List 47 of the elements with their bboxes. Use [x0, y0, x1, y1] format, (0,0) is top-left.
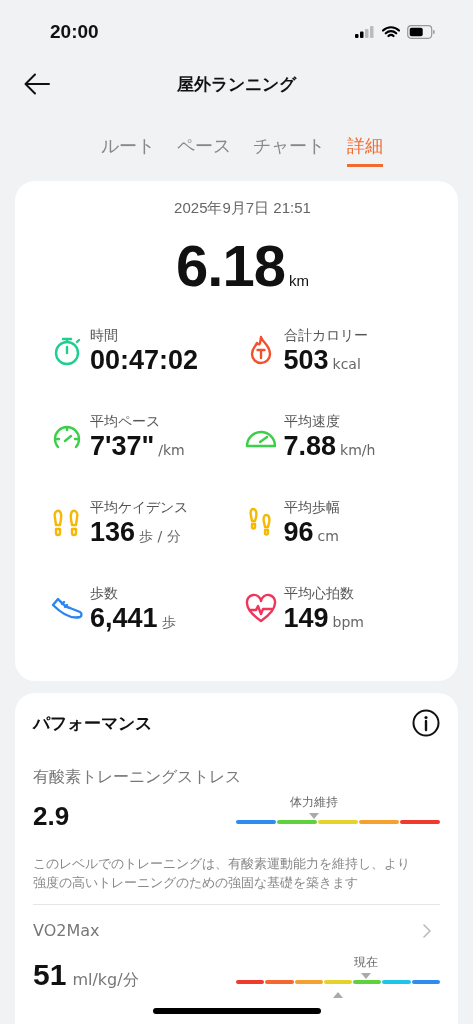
- back-arrow-icon[interactable]: [24, 73, 50, 95]
- metric-unit: 歩 / 分: [139, 528, 181, 546]
- distance-unit: km: [288, 272, 309, 289]
- metric-value: 149: [283, 603, 329, 633]
- stress-description: このレベルでのトレーニングは、有酸素運動能力を維持し、より強度の高いトレーニングのための強固な基礎を築きます: [33, 854, 440, 905]
- marker-arrow-icon: [333, 992, 343, 998]
- metric-label: 時間: [90, 327, 119, 345]
- metric-label: 平均速度: [283, 413, 341, 431]
- metric-value: 7.88: [283, 431, 337, 461]
- metric-unit: kcal: [332, 356, 361, 372]
- wifi-icon: [382, 25, 400, 39]
- metric-label: 歩数: [90, 585, 119, 603]
- metric-label: 平均心拍数: [283, 585, 355, 603]
- metric-label: 平均ケイデンス: [90, 499, 188, 517]
- metric-label: 合計カロリー: [283, 327, 368, 345]
- vo2max-label: VO2Max: [33, 921, 100, 940]
- vo2max-value: 51: [33, 958, 67, 992]
- tab[interactable]: ペース: [176, 130, 231, 167]
- workout-date: 2025年9月7日 21:51: [173, 199, 312, 218]
- stress-label: 有酸素トレーニングストレス: [33, 767, 242, 788]
- metric-unit: /km: [158, 442, 185, 458]
- marker-label: 体力維持: [289, 794, 338, 811]
- metric-label: 平均ペース: [90, 413, 161, 431]
- metric-unit: bpm: [332, 614, 364, 630]
- vo2max-unit: ml/kg/分: [72, 970, 139, 991]
- tab[interactable]: ルート: [100, 130, 155, 167]
- metric-value: 6,441: [90, 603, 158, 633]
- metric-unit: 歩: [161, 614, 176, 632]
- metric-value: 136: [90, 517, 136, 547]
- status-time: 20:00: [50, 21, 99, 43]
- tab[interactable]: チャート: [252, 130, 325, 167]
- signal-icon: [355, 26, 375, 38]
- metric-value: 503: [283, 345, 329, 375]
- distance-value: 6.18: [176, 232, 285, 299]
- metric-value: 7'37": [90, 431, 155, 461]
- metric-value: 00:47:02: [90, 345, 199, 375]
- metric-unit: km/h: [340, 442, 376, 458]
- marker-label: 現在: [353, 954, 378, 971]
- stress-value: 2.9: [33, 801, 70, 832]
- metric-unit: cm: [317, 528, 339, 544]
- metric-label: 平均歩幅: [283, 499, 340, 517]
- info-icon[interactable]: [412, 709, 440, 737]
- metric-value: 96: [283, 517, 314, 547]
- page-title: 屋外ランニング: [177, 72, 296, 96]
- tab[interactable]: 詳細: [346, 130, 383, 167]
- section-title: パフォーマンス: [33, 711, 152, 735]
- battery-icon: [407, 25, 435, 39]
